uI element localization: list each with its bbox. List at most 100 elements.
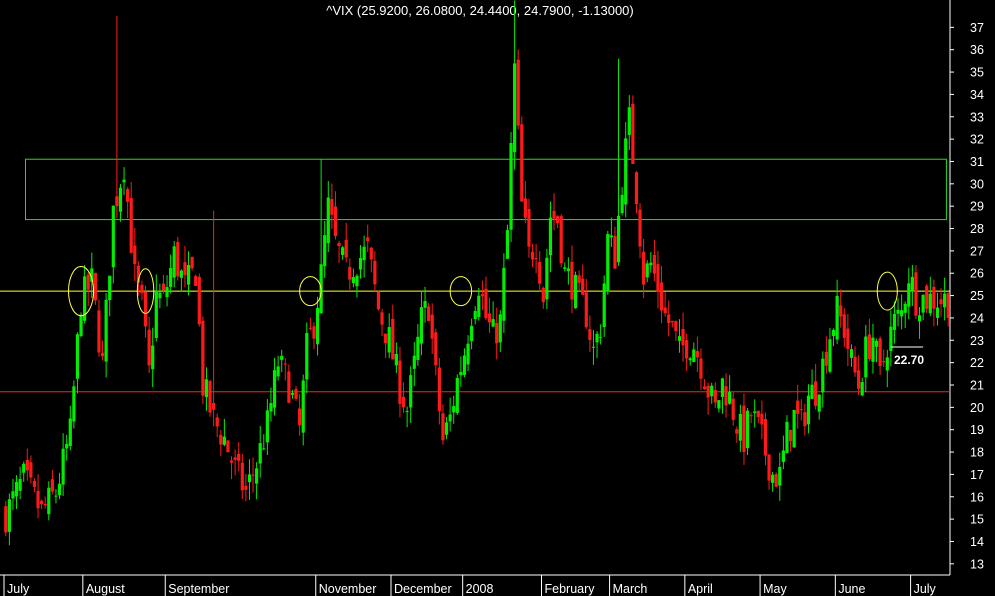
candle-body <box>258 443 262 464</box>
candle-body <box>301 380 305 433</box>
candle-body <box>255 468 259 484</box>
candle-body <box>882 361 886 363</box>
candle-body <box>520 124 524 202</box>
candle-body <box>197 277 201 325</box>
candle-body <box>577 275 581 283</box>
candle-body <box>946 293 950 318</box>
candle-body <box>394 353 398 366</box>
y-tick-label: 14 <box>970 535 984 549</box>
candle-body <box>140 284 144 294</box>
candle-body <box>735 429 739 434</box>
month-label: February <box>545 582 596 596</box>
candle-body <box>57 483 62 496</box>
candle-body <box>638 209 642 247</box>
candle-body <box>867 334 871 360</box>
candle-body <box>477 295 481 318</box>
candle-body <box>523 198 527 218</box>
candle-body <box>176 241 180 277</box>
candle-body <box>208 380 212 413</box>
candle-body <box>201 320 205 396</box>
y-tick-label: 15 <box>970 513 984 527</box>
candle-body <box>670 320 674 323</box>
candle-body <box>97 310 101 353</box>
y-tick-label: 18 <box>970 446 984 460</box>
y-tick-label: 24 <box>970 311 984 325</box>
candle-body <box>563 267 567 269</box>
candle-body <box>516 59 520 126</box>
candle-body <box>699 358 703 379</box>
candle-body <box>502 267 506 321</box>
candle-body <box>767 454 771 481</box>
candle-body <box>194 276 198 287</box>
candle-body <box>276 366 280 377</box>
candle-body <box>312 326 316 339</box>
candle-body <box>717 400 721 409</box>
candle-body <box>462 355 467 376</box>
candle-body <box>151 345 155 370</box>
candle-body <box>466 343 470 365</box>
candle-body <box>910 276 914 292</box>
candle-body <box>265 410 269 443</box>
candle-body <box>548 217 553 256</box>
candle-body <box>11 491 15 499</box>
candle-body <box>806 395 811 425</box>
candle-body <box>599 336 603 338</box>
y-tick-label: 28 <box>970 222 984 236</box>
candle-body <box>473 311 477 320</box>
candle-body <box>724 386 728 406</box>
candle-body <box>437 367 441 412</box>
candle-body <box>842 314 846 338</box>
candle-body <box>416 336 420 360</box>
candle-body <box>674 321 678 331</box>
candle-body <box>430 314 434 339</box>
candle-body <box>907 283 911 307</box>
candle-body <box>803 412 807 427</box>
candle-body <box>695 351 699 358</box>
candle-body <box>126 189 130 202</box>
candle-body <box>244 485 248 490</box>
candle-body <box>269 403 273 412</box>
candle-body <box>169 268 173 287</box>
candle-body <box>799 409 803 411</box>
vix-chart: ^VIX (25.9200, 26.0800, 24.4400, 24.7900… <box>0 0 995 596</box>
candle-body <box>556 216 560 224</box>
candle-body <box>212 402 216 410</box>
y-tick-label: 34 <box>970 88 984 102</box>
candle-body <box>498 314 502 343</box>
candle-body <box>566 268 570 272</box>
candle-body <box>896 309 900 314</box>
candle-body <box>373 260 377 285</box>
candle-body <box>65 443 69 449</box>
y-tick-label: 36 <box>970 43 984 57</box>
candle-body <box>104 299 108 362</box>
y-tick-label: 23 <box>970 334 984 348</box>
candle-body <box>588 329 592 341</box>
candle-body <box>233 457 237 461</box>
month-label: April <box>688 582 713 596</box>
candle-body <box>358 257 363 270</box>
candle-body <box>527 208 531 247</box>
month-label: July <box>914 582 937 596</box>
candle-body <box>713 390 717 403</box>
candle-body <box>337 243 341 247</box>
candle-body <box>47 487 51 515</box>
candle-body <box>656 264 660 292</box>
candle-body <box>294 388 298 399</box>
candle-body <box>810 384 814 399</box>
candle-body <box>928 293 932 314</box>
candle-body <box>348 266 352 280</box>
candle-body <box>667 314 671 324</box>
candle-body <box>18 478 22 491</box>
candle-body <box>505 230 510 259</box>
candle-body <box>495 322 499 344</box>
candle-body <box>40 500 44 505</box>
candle-body <box>419 307 424 344</box>
annotation-label: 22.70 <box>894 353 924 367</box>
candle-body <box>728 391 732 404</box>
candle-body <box>785 421 789 454</box>
candle-body <box>731 398 735 420</box>
y-tick-label: 16 <box>970 490 984 504</box>
candle-body <box>591 346 596 348</box>
y-tick-label: 20 <box>970 401 984 415</box>
candle-body <box>892 313 897 331</box>
